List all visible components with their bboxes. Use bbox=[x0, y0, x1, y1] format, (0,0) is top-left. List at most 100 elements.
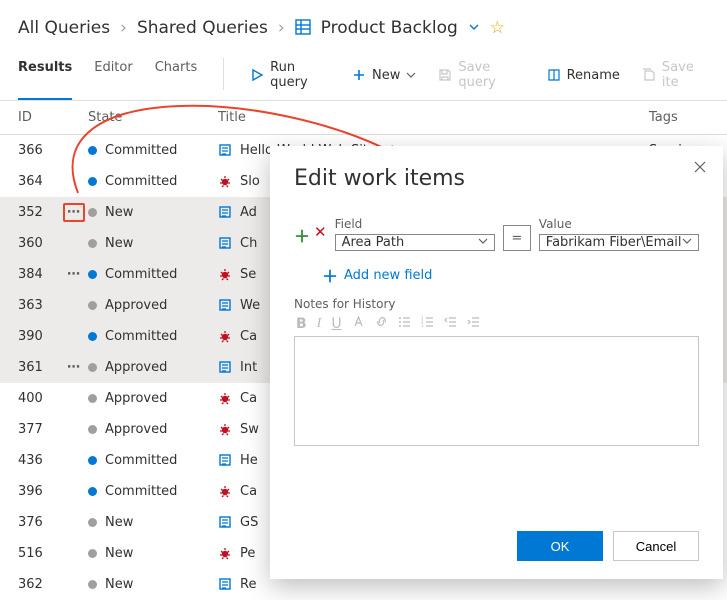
breadcrumb-current[interactable]: Product Backlog bbox=[321, 18, 458, 38]
rte-toolbar: B I U 123 bbox=[294, 311, 699, 336]
chevron-down-icon bbox=[682, 235, 692, 250]
rename-icon bbox=[547, 68, 561, 82]
state-dot-icon bbox=[88, 239, 97, 248]
breadcrumb-chevron-down-icon[interactable] bbox=[468, 18, 480, 38]
notes-label: Notes for History bbox=[294, 297, 699, 311]
bug-icon bbox=[218, 174, 232, 188]
cell-state: Committed bbox=[88, 174, 218, 189]
table-header: ID State Title Tags bbox=[0, 101, 727, 135]
state-dot-icon bbox=[88, 549, 97, 558]
run-query-button[interactable]: Run query bbox=[250, 54, 330, 100]
col-header-state[interactable]: State bbox=[88, 110, 218, 125]
value-dropdown[interactable]: Fabrikam Fiber\Email bbox=[539, 234, 699, 251]
cell-id: 377 bbox=[18, 422, 60, 437]
add-op-icon[interactable]: ＋ bbox=[294, 223, 310, 247]
save-icon bbox=[438, 68, 452, 82]
save-items-button: Save ite bbox=[642, 54, 709, 100]
bug-icon bbox=[218, 484, 232, 498]
field-dropdown[interactable]: Area Path bbox=[335, 234, 495, 251]
row-context-menu-icon[interactable]: ⋯ bbox=[63, 203, 85, 222]
pbi-icon bbox=[218, 360, 232, 374]
cell-id: 361 bbox=[18, 360, 60, 375]
cell-state: New bbox=[88, 577, 218, 592]
italic-icon[interactable]: I bbox=[317, 316, 322, 332]
cell-id: 352 bbox=[18, 205, 60, 220]
underline-icon[interactable]: U bbox=[331, 316, 341, 332]
add-new-field-link[interactable]: ＋ Add new field bbox=[322, 263, 699, 287]
state-dot-icon bbox=[88, 518, 97, 527]
pbi-icon bbox=[218, 515, 232, 529]
bug-icon bbox=[218, 329, 232, 343]
cell-state: Approved bbox=[88, 360, 218, 375]
col-header-id[interactable]: ID bbox=[18, 110, 60, 125]
cell-state: Committed bbox=[88, 267, 218, 282]
row-context-menu-icon[interactable]: ⋯ bbox=[67, 360, 81, 375]
number-list-icon[interactable]: 123 bbox=[421, 315, 434, 332]
font-icon[interactable] bbox=[352, 315, 365, 332]
cancel-button[interactable]: Cancel bbox=[613, 531, 699, 561]
pbi-icon bbox=[218, 143, 232, 157]
ok-button[interactable]: OK bbox=[517, 531, 603, 561]
dialog-title: Edit work items bbox=[294, 166, 699, 191]
outdent-icon[interactable] bbox=[444, 315, 457, 332]
chevron-down-icon bbox=[406, 70, 416, 80]
cell-id: 384 bbox=[18, 267, 60, 282]
svg-text:3: 3 bbox=[421, 323, 424, 328]
col-header-title[interactable]: Title bbox=[218, 110, 649, 125]
bullet-list-icon[interactable] bbox=[398, 315, 411, 332]
cell-state: New bbox=[88, 515, 218, 530]
tab-charts[interactable]: Charts bbox=[155, 54, 198, 100]
cell-id: 436 bbox=[18, 453, 60, 468]
tab-bar: Results Editor Charts Run query New Save… bbox=[0, 46, 727, 101]
state-dot-icon bbox=[88, 332, 97, 341]
link-icon[interactable] bbox=[375, 315, 388, 332]
field-label: Field bbox=[335, 217, 495, 231]
state-dot-icon bbox=[88, 580, 97, 589]
edit-work-items-dialog: Edit work items ＋ ✕ Field Area Path = Va… bbox=[270, 146, 723, 579]
cell-id: 396 bbox=[18, 484, 60, 499]
close-icon[interactable] bbox=[693, 160, 707, 178]
pbi-icon bbox=[218, 453, 232, 467]
tab-results[interactable]: Results bbox=[18, 54, 72, 100]
new-item-button[interactable]: New bbox=[352, 54, 416, 100]
indent-icon[interactable] bbox=[467, 315, 480, 332]
pbi-icon bbox=[218, 298, 232, 312]
row-context-menu-icon[interactable]: ⋯ bbox=[67, 267, 81, 282]
operator-select[interactable]: = bbox=[503, 225, 531, 251]
plus-icon: ＋ bbox=[322, 263, 338, 287]
state-dot-icon bbox=[88, 208, 97, 217]
field-operation-row: ＋ ✕ Field Area Path = Value Fabrikam Fib… bbox=[294, 217, 699, 251]
state-dot-icon bbox=[88, 363, 97, 372]
favorite-star-icon[interactable]: ☆ bbox=[490, 18, 505, 38]
breadcrumb-folder[interactable]: Shared Queries bbox=[137, 18, 268, 38]
state-dot-icon bbox=[88, 270, 97, 279]
bug-icon bbox=[218, 391, 232, 405]
notes-editor[interactable] bbox=[294, 336, 699, 446]
state-dot-icon bbox=[88, 177, 97, 186]
breadcrumb: All Queries › Shared Queries › Product B… bbox=[0, 0, 727, 46]
cell-state: New bbox=[88, 205, 218, 220]
pbi-icon bbox=[218, 205, 232, 219]
tab-editor[interactable]: Editor bbox=[94, 54, 132, 100]
cell-id: 376 bbox=[18, 515, 60, 530]
breadcrumb-root[interactable]: All Queries bbox=[18, 18, 110, 38]
cell-id: 366 bbox=[18, 143, 60, 158]
cell-id: 364 bbox=[18, 174, 60, 189]
col-header-tags[interactable]: Tags bbox=[649, 110, 709, 125]
state-dot-icon bbox=[88, 146, 97, 155]
rename-button[interactable]: Rename bbox=[547, 54, 620, 100]
breadcrumb-sep-icon: › bbox=[278, 18, 285, 38]
cell-id: 363 bbox=[18, 298, 60, 313]
cell-state: New bbox=[88, 546, 218, 561]
play-icon bbox=[250, 68, 264, 82]
pbi-icon bbox=[218, 577, 232, 591]
state-dot-icon bbox=[88, 425, 97, 434]
toolbar-divider bbox=[223, 58, 224, 90]
bug-icon bbox=[218, 267, 232, 281]
bug-icon bbox=[218, 422, 232, 436]
bold-icon[interactable]: B bbox=[296, 316, 307, 332]
save-query-button: Save query bbox=[438, 54, 524, 100]
save-all-icon bbox=[642, 68, 656, 82]
cell-id: 360 bbox=[18, 236, 60, 251]
remove-op-icon[interactable]: ✕ bbox=[314, 223, 327, 247]
